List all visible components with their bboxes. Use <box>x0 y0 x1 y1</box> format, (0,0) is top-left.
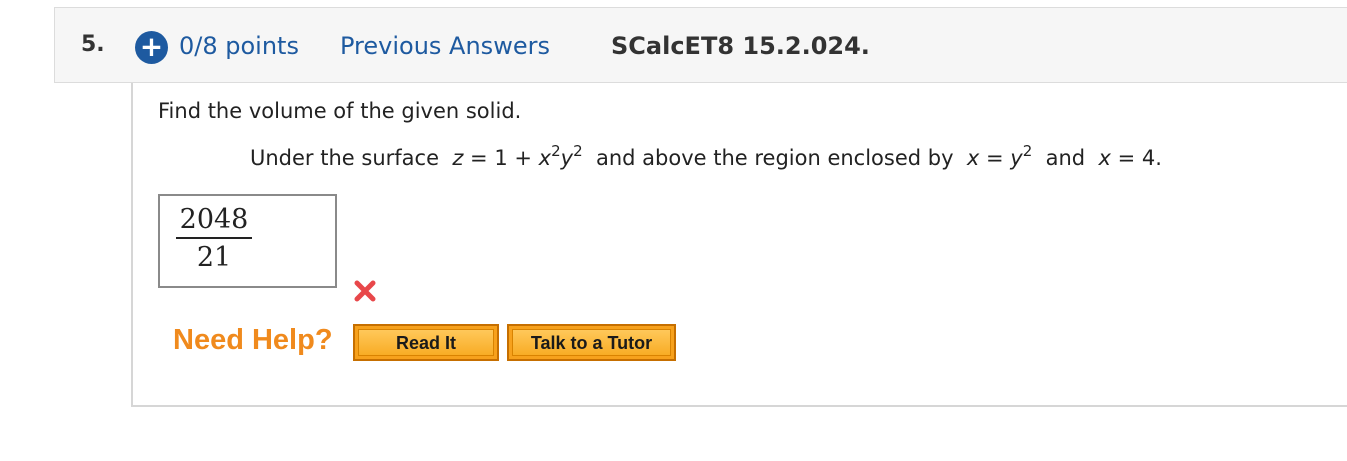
need-help-label: Need Help? <box>173 324 333 356</box>
exponent: 2 <box>573 142 583 160</box>
question-source: SCalcET8 15.2.024. <box>611 32 870 60</box>
fraction-bar <box>176 237 252 239</box>
incorrect-x-icon <box>354 280 376 302</box>
exponent: 2 <box>551 142 561 160</box>
var-y: y <box>560 146 574 170</box>
answer-input[interactable]: 2048 21 <box>158 194 337 288</box>
talk-to-tutor-button[interactable]: Talk to a Tutor <box>507 324 676 361</box>
problem-text: = 4. <box>1110 146 1162 170</box>
problem-text: and <box>1032 146 1099 170</box>
read-it-label: Read It <box>358 329 494 356</box>
var-z: z <box>452 146 464 170</box>
answer-fraction: 2048 21 <box>176 204 252 273</box>
points-score: 0/8 points <box>179 32 299 60</box>
var-y: y <box>1010 146 1023 170</box>
problem-text: Under the surface <box>250 146 453 170</box>
var-x: x <box>966 146 980 170</box>
expand-plus-icon[interactable]: + <box>135 31 168 64</box>
var-x: x <box>538 146 552 170</box>
fraction-denominator: 21 <box>196 242 232 273</box>
var-x: x <box>1098 146 1111 170</box>
read-it-button[interactable]: Read It <box>353 324 499 361</box>
problem-statement: Under the surface z = 1 + x2y2 and above… <box>250 144 1162 171</box>
previous-answers-link[interactable]: Previous Answers <box>340 32 550 60</box>
problem-text: = 1 + <box>463 146 539 170</box>
question-prompt: Find the volume of the given solid. <box>158 99 522 123</box>
question-header: 5. + 0/8 points Previous Answers SCalcET… <box>54 7 1347 83</box>
problem-text: = <box>979 146 1011 170</box>
exponent: 2 <box>1022 142 1033 160</box>
talk-to-tutor-label: Talk to a Tutor <box>512 329 671 356</box>
fraction-numerator: 2048 <box>179 204 249 235</box>
problem-text: and above the region enclosed by <box>582 146 967 170</box>
question-number: 5. <box>81 32 105 57</box>
